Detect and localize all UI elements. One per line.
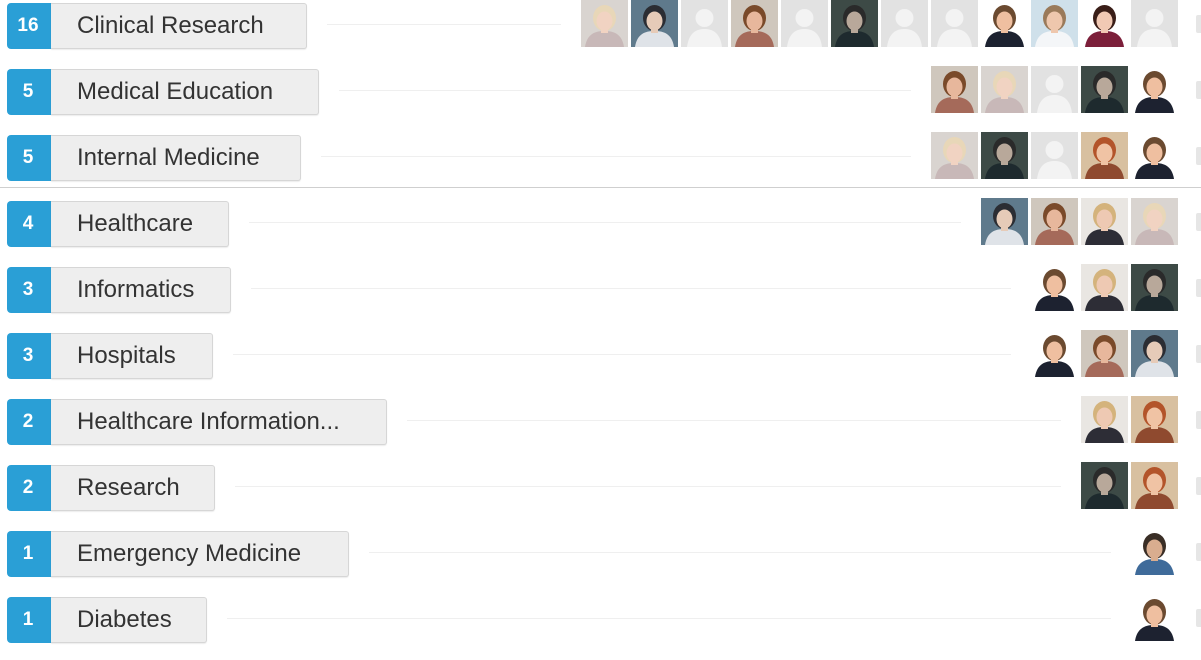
- skill-name[interactable]: Diabetes: [51, 597, 207, 643]
- connector-line: [321, 156, 911, 157]
- endorsement-count[interactable]: 5: [7, 135, 51, 181]
- more-arrow-icon[interactable]: [1196, 543, 1201, 561]
- skill-row: 3 Informatics: [0, 264, 1201, 330]
- skill-name[interactable]: Medical Education: [51, 69, 319, 115]
- skill-name[interactable]: Informatics: [51, 267, 231, 313]
- skill-name[interactable]: Healthcare Information...: [51, 399, 387, 445]
- default-avatar-icon[interactable]: [1031, 132, 1078, 179]
- default-avatar-icon[interactable]: [931, 0, 978, 47]
- default-avatar-icon[interactable]: [1031, 66, 1078, 113]
- endorser-avatar[interactable]: [731, 0, 778, 47]
- endorser-avatar[interactable]: [981, 132, 1028, 179]
- endorser-avatar[interactable]: [1131, 528, 1178, 575]
- skill-row: 5 Internal Medicine: [0, 132, 1201, 198]
- endorser-avatar[interactable]: [1131, 66, 1178, 113]
- skill-name[interactable]: Research: [51, 465, 215, 511]
- endorser-avatar[interactable]: [1031, 264, 1078, 311]
- more-arrow-icon[interactable]: [1196, 147, 1201, 165]
- endorser-avatar[interactable]: [1081, 198, 1128, 245]
- endorser-avatar[interactable]: [1081, 0, 1128, 47]
- endorser-avatar[interactable]: [1131, 264, 1178, 311]
- endorser-avatar[interactable]: [1131, 330, 1178, 377]
- endorsement-count[interactable]: 2: [7, 465, 51, 511]
- default-avatar-icon[interactable]: [781, 0, 828, 47]
- connector-line: [235, 486, 1061, 487]
- default-avatar-icon[interactable]: [881, 0, 928, 47]
- endorser-avatar[interactable]: [981, 198, 1028, 245]
- endorser-avatars: [1078, 462, 1178, 509]
- default-avatar-icon[interactable]: [681, 0, 728, 47]
- endorser-avatar[interactable]: [1031, 0, 1078, 47]
- skill-row: 3 Hospitals: [0, 330, 1201, 396]
- skill-name[interactable]: Internal Medicine: [51, 135, 301, 181]
- more-arrow-icon[interactable]: [1196, 81, 1201, 99]
- connector-line: [251, 288, 1011, 289]
- default-avatar-icon[interactable]: [1131, 0, 1178, 47]
- section-divider: [0, 187, 1201, 188]
- skill-name[interactable]: Hospitals: [51, 333, 213, 379]
- endorser-avatar[interactable]: [581, 0, 628, 47]
- endorsement-count[interactable]: 2: [7, 399, 51, 445]
- endorsement-count[interactable]: 1: [7, 531, 51, 577]
- skill-row: 2 Healthcare Information...: [0, 396, 1201, 462]
- skill-row: 1 Emergency Medicine: [0, 528, 1201, 594]
- more-arrow-icon[interactable]: [1196, 609, 1201, 627]
- skill-row: 2 Research: [0, 462, 1201, 528]
- endorser-avatar[interactable]: [931, 132, 978, 179]
- endorser-avatars: [978, 198, 1178, 245]
- endorser-avatar[interactable]: [1131, 594, 1178, 641]
- endorser-avatar[interactable]: [831, 0, 878, 47]
- endorsement-count[interactable]: 3: [7, 267, 51, 313]
- connector-line: [339, 90, 911, 91]
- endorser-avatars: [1128, 594, 1178, 641]
- endorser-avatar[interactable]: [1131, 462, 1178, 509]
- endorser-avatar[interactable]: [931, 66, 978, 113]
- endorsement-count[interactable]: 5: [7, 69, 51, 115]
- endorser-avatars: [928, 66, 1178, 113]
- endorser-avatar[interactable]: [1081, 66, 1128, 113]
- more-arrow-icon[interactable]: [1196, 411, 1201, 429]
- connector-line: [227, 618, 1111, 619]
- endorser-avatar[interactable]: [1081, 462, 1128, 509]
- skill-name[interactable]: Emergency Medicine: [51, 531, 349, 577]
- skill-name[interactable]: Clinical Research: [51, 3, 307, 49]
- skill-row: 4 Healthcare: [0, 198, 1201, 264]
- endorser-avatar[interactable]: [1131, 198, 1178, 245]
- skill-row: 16 Clinical Research: [0, 0, 1201, 66]
- endorser-avatar[interactable]: [1081, 264, 1128, 311]
- connector-line: [233, 354, 1011, 355]
- endorser-avatar[interactable]: [1081, 330, 1128, 377]
- more-arrow-icon[interactable]: [1196, 345, 1201, 363]
- skill-name[interactable]: Healthcare: [51, 201, 229, 247]
- endorser-avatar[interactable]: [981, 66, 1028, 113]
- endorser-avatar[interactable]: [1131, 396, 1178, 443]
- endorser-avatars: [1028, 330, 1178, 377]
- connector-line: [407, 420, 1061, 421]
- connector-line: [369, 552, 1111, 553]
- connector-line: [249, 222, 961, 223]
- endorser-avatars: [1078, 396, 1178, 443]
- endorser-avatar[interactable]: [981, 0, 1028, 47]
- more-arrow-icon[interactable]: [1196, 279, 1201, 297]
- more-arrow-icon[interactable]: [1196, 213, 1201, 231]
- endorser-avatars: [1128, 528, 1178, 575]
- endorser-avatar[interactable]: [1031, 198, 1078, 245]
- endorser-avatar[interactable]: [1081, 396, 1128, 443]
- skill-row: 1 Diabetes: [0, 594, 1201, 660]
- endorser-avatar[interactable]: [1081, 132, 1128, 179]
- skill-row: 5 Medical Education: [0, 66, 1201, 132]
- endorser-avatar[interactable]: [1131, 132, 1178, 179]
- endorsement-count[interactable]: 1: [7, 597, 51, 643]
- more-arrow-icon[interactable]: [1196, 477, 1201, 495]
- endorser-avatars: [1028, 264, 1178, 311]
- endorsement-count[interactable]: 4: [7, 201, 51, 247]
- endorser-avatar[interactable]: [631, 0, 678, 47]
- endorser-avatars: [928, 132, 1178, 179]
- more-arrow-icon[interactable]: [1196, 15, 1201, 33]
- connector-line: [327, 24, 561, 25]
- endorser-avatar[interactable]: [1031, 330, 1078, 377]
- endorser-avatars: [578, 0, 1178, 47]
- endorsement-count[interactable]: 3: [7, 333, 51, 379]
- endorsement-count[interactable]: 16: [7, 3, 51, 49]
